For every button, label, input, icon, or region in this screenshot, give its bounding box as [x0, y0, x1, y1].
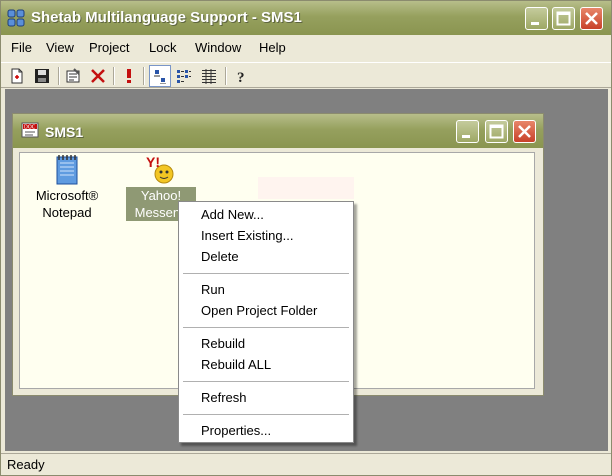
- title-bar[interactable]: Shetab Multilanguage Support - SMS1: [1, 1, 611, 35]
- project-close-button[interactable]: [513, 120, 536, 143]
- minimize-icon: [531, 22, 539, 25]
- project-minimize-button[interactable]: [456, 120, 479, 143]
- svg-text:?: ?: [237, 70, 245, 84]
- toolbar-separator: [113, 67, 115, 85]
- delete-button[interactable]: [88, 66, 108, 86]
- maximize-button[interactable]: [552, 7, 575, 30]
- toolbar-separator: [58, 67, 60, 85]
- new-document-button[interactable]: [7, 66, 27, 86]
- document-icon[interactable]: DOC: [21, 122, 41, 140]
- help-icon: ?: [237, 70, 245, 84]
- close-icon: [518, 125, 531, 138]
- drag-ghost: [258, 177, 354, 199]
- menu-item-open-project-folder[interactable]: Open Project Folder: [201, 303, 317, 318]
- toolbar-separator: [143, 67, 145, 85]
- project-maximize-button[interactable]: [485, 120, 508, 143]
- delete-icon: [91, 69, 105, 83]
- svg-text:Y!: Y!: [146, 154, 160, 170]
- run-icon: [127, 69, 131, 83]
- svg-text:DOC: DOC: [24, 125, 36, 131]
- new-document-icon: [11, 68, 23, 84]
- properties-button[interactable]: [63, 66, 83, 86]
- menu-separator: [183, 381, 349, 382]
- menu-file[interactable]: File: [11, 40, 32, 55]
- menu-item-rebuild-all[interactable]: Rebuild ALL: [201, 357, 271, 372]
- menu-item-insert-existing[interactable]: Insert Existing...: [201, 228, 293, 243]
- menu-lock[interactable]: Lock: [149, 40, 176, 55]
- project-window-title: SMS1: [45, 124, 84, 140]
- menu-view[interactable]: View: [46, 40, 74, 55]
- help-button[interactable]: ?: [231, 66, 251, 86]
- menu-separator: [183, 327, 349, 328]
- context-menu: Add New... Insert Existing... Delete Run…: [178, 201, 354, 443]
- status-bar: Ready: [1, 453, 611, 476]
- toolbar: ?: [1, 62, 611, 88]
- menu-help[interactable]: Help: [259, 40, 286, 55]
- save-button[interactable]: [32, 66, 52, 86]
- run-button[interactable]: [119, 66, 139, 86]
- app-icon[interactable]: [7, 9, 25, 27]
- minimize-icon: [462, 135, 470, 138]
- menu-bar: File View Project Lock Window Help: [1, 37, 611, 59]
- menu-item-add-new[interactable]: Add New...: [201, 207, 264, 222]
- toolbar-separator: [225, 67, 227, 85]
- view-large-icons-button[interactable]: [149, 65, 171, 87]
- close-button[interactable]: [580, 7, 603, 30]
- project-item-notepad[interactable]: Microsoft® Notepad: [27, 153, 107, 221]
- menu-item-delete[interactable]: Delete: [201, 249, 239, 264]
- properties-icon: [66, 68, 80, 83]
- menu-item-properties[interactable]: Properties...: [201, 423, 271, 438]
- view-list-icon: [177, 70, 191, 83]
- save-icon: [35, 69, 49, 83]
- maximize-icon: [556, 11, 571, 26]
- close-icon: [585, 12, 598, 25]
- menu-separator: [183, 414, 349, 415]
- status-text: Ready: [7, 457, 45, 472]
- menu-window[interactable]: Window: [195, 40, 241, 55]
- menu-separator: [183, 273, 349, 274]
- view-large-icons-icon: [154, 70, 166, 84]
- menu-project[interactable]: Project: [89, 40, 129, 55]
- view-list-button[interactable]: [174, 66, 194, 86]
- project-window-title-bar[interactable]: DOC SMS1: [13, 114, 543, 148]
- view-details-button[interactable]: [199, 66, 219, 86]
- window-title: Shetab Multilanguage Support - SMS1: [31, 9, 302, 26]
- yahoo-messenger-icon: Y!: [146, 154, 174, 184]
- maximize-icon: [489, 124, 504, 139]
- notepad-icon: [56, 155, 78, 185]
- menu-item-rebuild[interactable]: Rebuild: [201, 336, 245, 351]
- menu-item-refresh[interactable]: Refresh: [201, 390, 247, 405]
- menu-item-run[interactable]: Run: [201, 282, 225, 297]
- item-label-line1: Microsoft®: [35, 188, 99, 203]
- view-details-icon: [202, 69, 216, 84]
- item-label-line2: Notepad: [42, 205, 92, 220]
- minimize-button[interactable]: [525, 7, 548, 30]
